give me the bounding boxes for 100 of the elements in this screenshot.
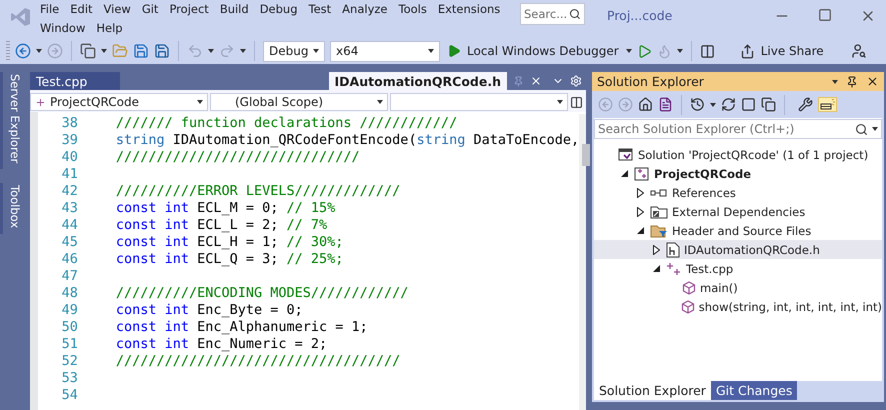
menu-item[interactable]: Git <box>142 0 158 19</box>
caret-icon[interactable] <box>872 127 878 131</box>
caret-icon[interactable] <box>208 49 214 53</box>
menu-item[interactable]: Test <box>308 0 332 19</box>
code-line: /////// function declarations //////////// <box>116 114 458 130</box>
side-tab[interactable]: Toolbox <box>0 183 22 234</box>
wrench-icon[interactable] <box>798 97 813 112</box>
run-button[interactable]: Local Windows Debugger <box>445 44 621 58</box>
tree-item[interactable]: main() <box>594 278 882 297</box>
external-icon <box>650 204 668 218</box>
collapsed-icon[interactable] <box>652 244 660 254</box>
collapse-icon[interactable] <box>741 97 756 112</box>
maximize-icon[interactable] <box>818 8 832 22</box>
editor-tab[interactable]: IDAutomationQRCode.h <box>328 72 507 90</box>
cube-icon <box>682 280 696 294</box>
pin-icon[interactable] <box>846 76 858 88</box>
line-number: 38 <box>60 114 78 130</box>
menu-item[interactable]: Build <box>220 0 249 19</box>
line-number: 43 <box>60 200 78 216</box>
line-number: 50 <box>60 318 78 334</box>
project-icon <box>634 166 650 180</box>
line-number: 40 <box>60 148 78 164</box>
share-icon <box>740 44 755 58</box>
menu-item[interactable]: File <box>40 0 60 19</box>
line-number: 49 <box>60 302 78 318</box>
back-icon[interactable] <box>15 43 31 59</box>
caret-icon[interactable] <box>101 49 107 53</box>
tree-item[interactable]: ProjectQRCode <box>594 164 882 183</box>
project-select[interactable]: ProjectQRCode <box>30 93 208 111</box>
caret-icon[interactable] <box>676 49 683 53</box>
caret-icon[interactable] <box>832 80 838 84</box>
tree-item[interactable]: show(string, int, int, int, int, int) <box>594 297 882 316</box>
tree-item[interactable]: Solution 'ProjectQRcode' (1 of 1 project) <box>594 145 882 164</box>
menu-item[interactable]: Analyze <box>342 0 388 19</box>
collapsed-icon[interactable] <box>636 206 644 216</box>
platform-select[interactable]: x64 <box>330 40 440 62</box>
tree-item[interactable]: IDAutomationQRCode.h <box>594 240 882 259</box>
copy-icon[interactable] <box>761 97 776 112</box>
caret-icon[interactable] <box>710 102 716 106</box>
menu-item[interactable]: Help <box>96 19 123 38</box>
panel-tab[interactable]: Git Changes <box>710 381 798 400</box>
expanded-icon[interactable] <box>652 265 660 272</box>
search-icon <box>855 122 868 136</box>
panel-title: Solution Explorer <box>597 74 705 89</box>
line-number: 39 <box>60 132 78 148</box>
settings-icon[interactable] <box>570 75 582 87</box>
collapsed-icon[interactable] <box>636 188 644 198</box>
tree-item[interactable]: References <box>594 183 882 202</box>
caret-icon[interactable] <box>240 49 246 53</box>
tree-item[interactable]: External Dependencies <box>594 202 882 221</box>
cube-icon <box>680 300 695 314</box>
logo-icon <box>10 6 32 28</box>
panel-tab[interactable]: Solution Explorer <box>594 381 711 400</box>
run-without-debugging-icon[interactable] <box>636 44 652 58</box>
code-line: const int ECL_L = 2; // 7% <box>116 216 328 232</box>
line-number: 46 <box>60 250 78 266</box>
line-number: 42 <box>60 182 78 198</box>
search-field[interactable]: Searc... <box>520 3 585 25</box>
configuration-select[interactable]: Debug <box>263 40 325 62</box>
caret-icon[interactable] <box>36 49 42 53</box>
project-icon <box>35 96 46 108</box>
feedback-icon[interactable] <box>850 43 867 59</box>
layout-icon[interactable] <box>700 44 715 58</box>
code-line: //////////ENCODING MODES//////////// <box>116 284 408 300</box>
solution-icon <box>618 148 634 162</box>
home-icon[interactable] <box>638 97 653 112</box>
scope-select[interactable]: (Global Scope) <box>210 93 388 111</box>
line-number: 53 <box>60 370 78 386</box>
menu-item[interactable]: Project <box>169 0 209 19</box>
side-tab[interactable]: Server Explorer <box>0 72 22 170</box>
play-icon <box>447 44 461 58</box>
tree-item[interactable]: Test.cpp <box>594 259 882 278</box>
menu-item[interactable]: Tools <box>398 0 427 19</box>
menu-item[interactable]: Window <box>40 19 86 38</box>
code-line: ////////////////////////////// <box>116 148 360 164</box>
search-field[interactable]: Search Solution Explorer (Ctrl+;) <box>594 119 882 139</box>
references-icon <box>650 186 668 198</box>
menu-item[interactable]: Debug <box>260 0 298 19</box>
menu-item[interactable]: Extensions <box>438 0 500 19</box>
menu-item[interactable]: Edit <box>70 0 93 19</box>
code-line: const int ECL_H = 1; // 30%; <box>116 234 344 250</box>
line-number: 47 <box>60 268 78 284</box>
code-line: string IDAutomation_QRCodeFontEncode(string DataToEncode, <box>116 132 580 148</box>
menu-item[interactable]: View <box>104 0 131 19</box>
live-share-button[interactable]: Live Share <box>738 44 826 58</box>
cpp-file-icon <box>666 262 682 276</box>
close-tab-icon[interactable] <box>530 75 542 87</box>
line-number: 45 <box>60 234 78 250</box>
preview-button[interactable] <box>818 97 837 112</box>
split-icon[interactable] <box>570 96 583 108</box>
save-all-icon[interactable] <box>154 43 170 59</box>
refresh-icon[interactable] <box>721 97 736 112</box>
expanded-icon[interactable] <box>620 170 628 177</box>
caret-icon[interactable] <box>626 49 632 53</box>
save-icon[interactable] <box>133 43 149 59</box>
code-line: const int Enc_Numeric = 2; <box>116 336 328 352</box>
history-icon[interactable] <box>690 97 705 112</box>
close-icon[interactable] <box>866 75 879 88</box>
search-icon <box>569 8 581 20</box>
editor-tab[interactable]: Test.cpp <box>30 72 120 90</box>
